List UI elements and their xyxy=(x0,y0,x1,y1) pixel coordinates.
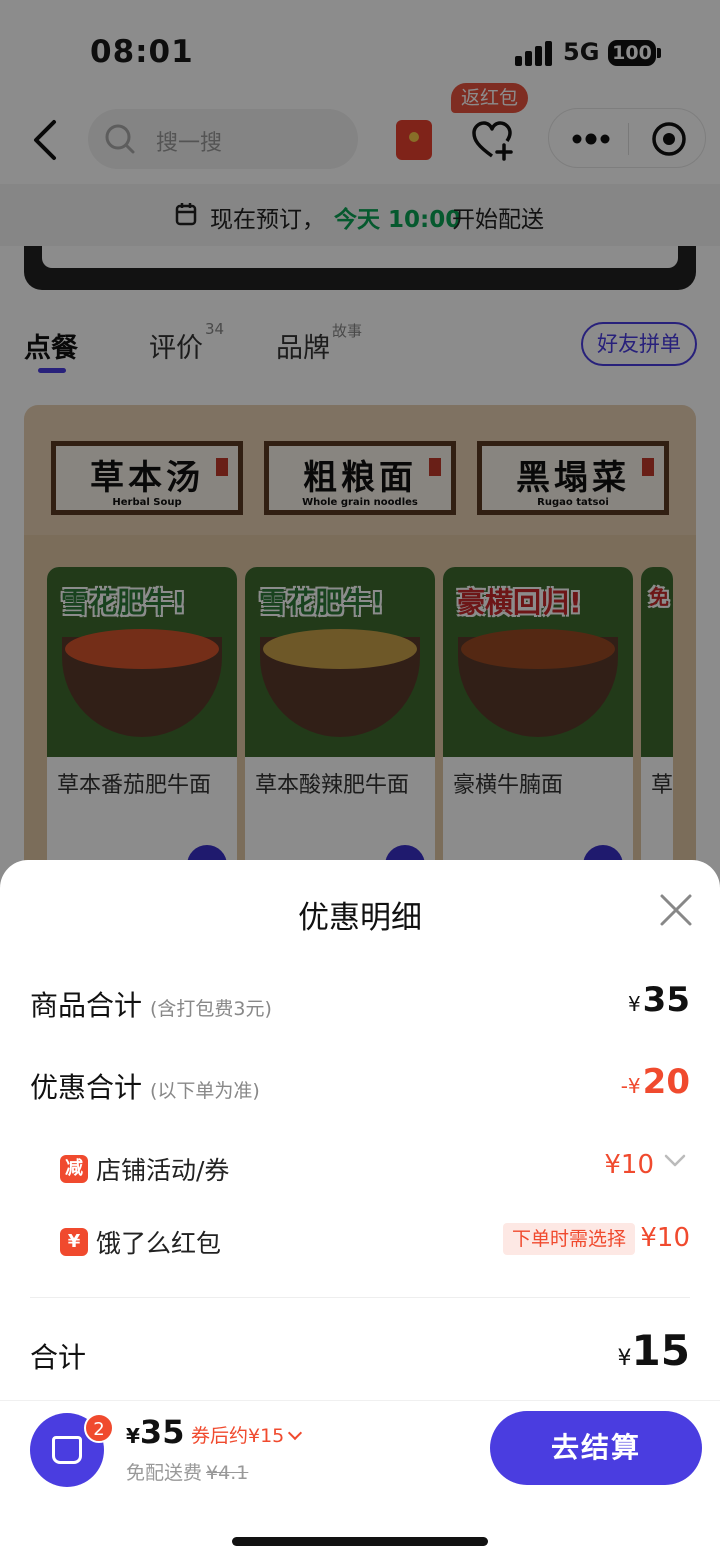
eleme-redpacket-label: 饿了么红包 xyxy=(96,1229,222,1258)
sheet-title: 优惠明细 xyxy=(298,900,422,936)
chevron-down-icon xyxy=(288,1425,303,1441)
goods-total-label: 商品合计 (含打包费3元) xyxy=(30,989,272,1022)
divider xyxy=(30,1297,690,1298)
yen-icon: ¥ xyxy=(60,1228,88,1256)
home-indicator xyxy=(232,1537,488,1546)
eleme-redpacket-amount: ¥10 xyxy=(640,1223,690,1253)
discount-total-label: 优惠合计 (以下单为准) xyxy=(30,1071,260,1104)
cart-count-badge: 2 xyxy=(84,1413,114,1443)
shop-activity-label: 店铺活动/券 xyxy=(96,1156,230,1185)
checkout-button[interactable]: 去结算 xyxy=(490,1411,702,1485)
total-amount: ¥15 xyxy=(617,1326,690,1375)
chevron-down-icon[interactable] xyxy=(664,1150,686,1172)
close-icon[interactable] xyxy=(658,892,694,928)
goods-total-amount: ¥35 xyxy=(627,980,690,1020)
choose-at-checkout-tag: 下单时需选择 xyxy=(503,1223,636,1255)
delivery-fee: 免配送费 ¥4.1 xyxy=(126,1462,249,1484)
shop-activity-amount: ¥10 xyxy=(604,1150,654,1180)
shopping-bag-icon xyxy=(52,1436,82,1464)
checkout-bar: 2 ¥35 券后约¥15 免配送费 ¥4.1 去结算 xyxy=(0,1400,720,1560)
total-label: 合计 xyxy=(30,1341,87,1374)
shop-discount-icon: 减 xyxy=(60,1155,88,1183)
discount-total-amount: -¥20 xyxy=(620,1062,690,1102)
after-coupon-toggle[interactable]: 券后约¥15 xyxy=(191,1421,303,1448)
cart-price: ¥35 xyxy=(126,1413,185,1451)
